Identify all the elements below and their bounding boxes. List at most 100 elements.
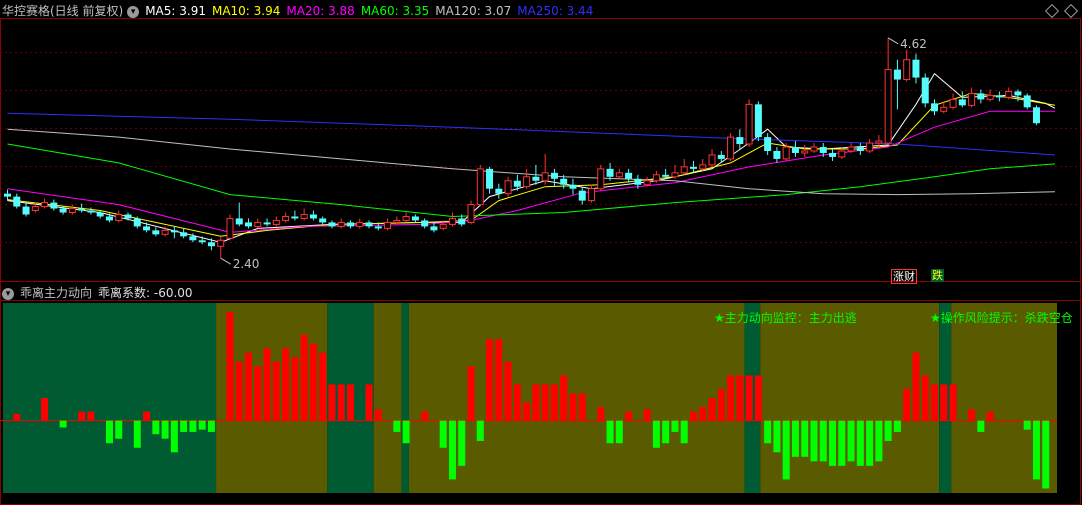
ma-legend-item: MA120: 3.07 (435, 4, 512, 18)
indicator-dropdown-icon[interactable]: ▾ (2, 287, 14, 300)
indicator-bar (263, 348, 271, 421)
candle-body (170, 230, 178, 233)
candle-body (977, 93, 985, 100)
ma-legend-item: MA10: 3.94 (211, 4, 281, 18)
candle-body (541, 172, 549, 182)
candle-body (801, 150, 809, 154)
candle-body (523, 176, 531, 188)
indicator-bar (486, 339, 494, 421)
indicator-bar (254, 366, 262, 421)
candle-body (912, 59, 920, 78)
candle-body (161, 229, 169, 235)
candle-body (105, 216, 113, 221)
dropdown-icon[interactable]: ▾ (127, 5, 140, 18)
candle-body (291, 216, 299, 219)
indicator-bar (504, 361, 512, 421)
candle-body (96, 212, 104, 217)
candle-body (207, 242, 215, 247)
candle-body (68, 208, 76, 214)
indicator-bar (764, 420, 772, 444)
candle-body (411, 216, 419, 221)
candle-body (773, 150, 781, 159)
indicator-bar (476, 420, 484, 441)
indicator-bar (940, 384, 948, 421)
candle-body (4, 193, 11, 197)
candle-body (643, 180, 651, 186)
indicator-bar (560, 375, 568, 421)
alert-risk: ★操作风险提示：杀跌空仓 (930, 311, 1073, 325)
candle-body (504, 180, 512, 195)
indicator-bar (745, 375, 753, 421)
candle-body (486, 168, 494, 189)
indicator-bar (773, 420, 781, 453)
indicator-bar (578, 393, 586, 421)
candle-body (995, 95, 1003, 98)
indicator-bar (875, 420, 883, 462)
candle-body (41, 202, 49, 208)
candle-body (986, 94, 994, 100)
indicator-bar (328, 384, 336, 421)
indicator-bar (170, 420, 178, 453)
indicator-bar (717, 388, 725, 421)
indicator-bar (912, 352, 920, 421)
candle-body (282, 215, 290, 221)
indicator-header: ▾ 乖离主力动向 乖离系数: -60.00 (2, 284, 199, 302)
candle-body (13, 196, 21, 207)
candle-body (569, 184, 577, 189)
indicator-bar (393, 420, 401, 432)
candle-body (152, 230, 160, 235)
candle-body (1005, 90, 1013, 98)
indicator-bar (754, 375, 762, 421)
ma-legend: MA5: 3.91 MA10: 3.94 MA20: 3.88 MA60: 3.35 M… (145, 4, 599, 18)
candle-body (671, 172, 679, 178)
candle-body (847, 146, 855, 152)
indicator-bar (152, 420, 160, 435)
indicator-bar (699, 407, 707, 421)
indicator-bar (300, 334, 308, 421)
candle-body (745, 103, 753, 145)
indicator-bar (402, 420, 410, 444)
candle-body (272, 219, 280, 225)
candle-body (124, 214, 132, 219)
indicator-bar (59, 420, 67, 428)
ma-line-ma60 (7, 143, 1056, 218)
candle-body (754, 104, 762, 138)
indicator-bar (78, 411, 86, 421)
indicator-bar (458, 420, 466, 466)
candle-body (866, 142, 874, 152)
indicator-bar (291, 357, 299, 421)
indicator-bar (931, 384, 938, 421)
candle-body (254, 221, 262, 227)
indicator-bar (41, 398, 49, 421)
candle-body (727, 136, 735, 160)
candle-body (439, 223, 447, 229)
candle-body (634, 178, 642, 185)
candle-body (337, 221, 345, 227)
candle-body (708, 154, 716, 166)
indicator-bar (272, 361, 280, 421)
candle-body (22, 206, 30, 215)
candle-body (532, 176, 540, 181)
low-pointer (220, 257, 231, 265)
indicator-bar (1042, 420, 1050, 489)
candle-body (143, 226, 151, 231)
indicator-bar (161, 420, 169, 439)
ma-legend-item: MA20: 3.88 (286, 4, 355, 18)
indicator-bar (513, 384, 521, 421)
candle-body (374, 226, 382, 229)
indicator-bar (143, 411, 151, 421)
candle-body (578, 190, 586, 201)
indicator-bar (884, 420, 892, 441)
candle-body (884, 69, 892, 144)
indicator-bar (708, 398, 716, 421)
indicator-bar (365, 384, 373, 421)
indicator-bar (791, 420, 799, 457)
candle-body (495, 188, 503, 194)
candle-body (680, 166, 688, 174)
candle-body (245, 222, 253, 227)
ma-line-ma10 (7, 92, 1056, 237)
candle-body (115, 213, 123, 221)
candle-body (217, 239, 225, 247)
sub-bg-zone (373, 303, 402, 493)
sub-bg-zone (401, 303, 409, 493)
